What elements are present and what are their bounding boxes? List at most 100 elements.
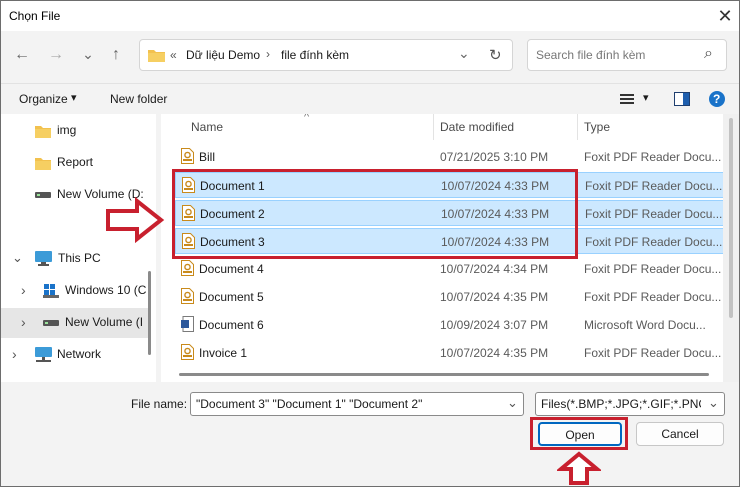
sidebar-item-label: New Volume (I	[65, 315, 144, 329]
command-bar: Organize ▾ New folder ▾ ?	[1, 83, 739, 114]
file-date-modified: 10/07/2024 4:34 PM	[440, 262, 549, 276]
file-name-input[interactable]: "Document 3" "Document 1" "Document 2" ⌄	[190, 392, 524, 416]
file-name-label: File name:	[131, 397, 188, 411]
cancel-button[interactable]: Cancel	[636, 422, 724, 446]
open-highlight-annotation	[530, 417, 628, 450]
sidebar-item-img[interactable]: img	[1, 116, 151, 146]
view-list-icon[interactable]	[620, 94, 634, 105]
sidebar-item-this-pc[interactable]: ⌄ This PC	[1, 244, 151, 274]
file-date-modified: 10/07/2024 4:35 PM	[440, 346, 549, 360]
refresh-icon[interactable]: ↻	[489, 46, 502, 64]
file-row[interactable]: Document 5 10/07/2024 4:35 PM Foxit PDF Re…	[175, 284, 723, 310]
up-arrow-icon[interactable]: ↑	[105, 44, 127, 66]
folder-icon	[35, 158, 51, 170]
sidebar-item-windows-10-c[interactable]: › Windows 10 (C	[1, 276, 151, 306]
search-box[interactable]: Search file đính kèm ⌕	[527, 39, 727, 71]
file-name: Document 5	[199, 290, 264, 304]
file-date-modified: 10/07/2024 4:35 PM	[440, 290, 549, 304]
file-type: Foxit PDF Reader Docu...	[585, 179, 723, 193]
file-row[interactable]: Invoice 1 10/07/2024 4:35 PM Foxit PDF Rea…	[175, 340, 723, 366]
file-date-modified: 10/09/2024 3:07 PM	[440, 318, 549, 332]
address-dropdown-chevron-icon[interactable]: ⌄	[458, 45, 470, 62]
search-icon[interactable]: ⌕	[704, 45, 713, 63]
file-type: Foxit PDF Reader Docu...	[585, 207, 723, 221]
organize-menu[interactable]: Organize	[19, 92, 68, 106]
file-name-value: "Document 3" "Document 1" "Document 2"	[196, 397, 423, 411]
recent-locations-chevron-icon[interactable]: ⌄	[77, 43, 99, 65]
pdf-file-icon	[181, 288, 194, 304]
drive-icon	[35, 192, 51, 198]
column-header-type[interactable]: Type	[584, 114, 610, 140]
navigation-pane-scrollbar[interactable]	[148, 271, 151, 355]
word-document-icon	[181, 316, 194, 332]
new-folder-button[interactable]: New folder	[110, 92, 167, 106]
breadcrumb-separator-icon: ›	[266, 47, 270, 61]
sidebar-item-report[interactable]: Report	[1, 148, 151, 178]
sidebar-item-label: Windows 10 (C	[65, 283, 147, 297]
forward-arrow-icon[interactable]: →	[45, 44, 67, 66]
file-type: Foxit PDF Reader Docu...	[585, 235, 723, 249]
help-glyph: ?	[713, 92, 721, 106]
selection-highlight-annotation	[172, 169, 578, 259]
breadcrumb-overflow-chevrons[interactable]: «	[170, 48, 177, 62]
file-type: Foxit PDF Reader Docu...	[584, 346, 722, 360]
pdf-file-icon	[181, 344, 194, 360]
right-arrow-annotation-icon	[106, 197, 165, 243]
breadcrumb-item-du-lieu-demo[interactable]: Dữ liệu Demo	[186, 48, 260, 62]
file-name: Document 6	[199, 318, 264, 332]
sidebar-item-label: This PC	[58, 251, 101, 265]
file-list-vertical-scrollbar[interactable]	[723, 114, 739, 382]
sidebar-item-new-volume-i[interactable]: › New Volume (I	[1, 308, 151, 338]
breadcrumb-item-file-dinh-kem[interactable]: file đính kèm	[281, 48, 349, 62]
preview-pane-icon[interactable]	[674, 92, 690, 106]
file-row[interactable]: Bill 07/21/2025 3:10 PM Foxit PDF Reader D…	[175, 144, 723, 170]
file-name: Document 4	[199, 262, 264, 276]
pdf-file-icon	[181, 148, 194, 164]
column-header-date-modified[interactable]: Date modified	[440, 114, 514, 140]
file-row[interactable]: Document 4 10/07/2024 4:34 PM Foxit PDF Re…	[175, 256, 723, 282]
sidebar-item-network[interactable]: › Network	[1, 340, 151, 370]
navigation-pane: img Report New Volume (D: ⌄ This PC › Wi…	[1, 114, 156, 382]
network-icon	[35, 347, 52, 362]
sidebar-item-label: Network	[57, 347, 102, 361]
back-arrow-icon[interactable]: ←	[11, 44, 33, 66]
folder-icon	[35, 126, 51, 138]
view-options-caret-icon[interactable]: ▾	[643, 91, 649, 104]
column-divider[interactable]	[433, 114, 434, 140]
organize-caret-icon[interactable]: ▾	[71, 91, 77, 104]
column-divider[interactable]	[577, 114, 578, 140]
sidebar-item-label: Report	[57, 155, 94, 169]
file-date-modified: 07/21/2025 3:10 PM	[440, 150, 549, 164]
file-type: Foxit PDF Reader Docu...	[584, 262, 722, 276]
up-arrow-annotation-icon	[557, 451, 601, 485]
file-type-filter-select[interactable]: Files(*.BMP;*.JPG;*.GIF;*.PNG;*. ⌄	[535, 392, 725, 416]
windows-drive-icon	[43, 284, 59, 298]
title-bar: Chọn File ✕	[1, 1, 739, 31]
address-bar[interactable]: « Dữ liệu Demo › file đính kèm ⌄ ↻	[139, 39, 513, 71]
column-header-name[interactable]: Name	[191, 114, 223, 140]
file-type-filter-value: Files(*.BMP;*.JPG;*.GIF;*.PNG;*.	[541, 397, 701, 411]
file-name: Invoice 1	[199, 346, 248, 360]
drive-icon	[43, 320, 59, 326]
filter-dropdown-chevron-icon[interactable]: ⌄	[708, 395, 719, 411]
pdf-file-icon	[181, 260, 194, 276]
expand-chevron-right-icon[interactable]: ›	[12, 346, 17, 362]
search-input[interactable]: Search file đính kèm	[536, 48, 645, 62]
dialog-title: Chọn File	[9, 9, 61, 23]
sort-ascending-icon: ^	[304, 114, 310, 123]
file-type: Microsoft Word Docu...	[584, 318, 706, 332]
close-icon[interactable]: ✕	[711, 3, 739, 29]
file-type: Foxit PDF Reader Docu...	[584, 150, 722, 164]
folder-icon	[148, 50, 165, 62]
expand-chevron-right-icon[interactable]: ›	[21, 282, 26, 298]
file-list-horizontal-scrollbar[interactable]	[179, 373, 709, 376]
scrollbar-thumb[interactable]	[729, 118, 733, 318]
file-dialog: Chọn File ✕ ← → ⌄ ↑ « Dữ liệu Demo › fil…	[0, 0, 740, 487]
expand-chevron-down-icon[interactable]: ⌄	[12, 250, 23, 266]
computer-icon	[35, 251, 52, 266]
file-name: Bill	[199, 150, 216, 164]
expand-chevron-right-icon[interactable]: ›	[21, 314, 26, 330]
file-type: Foxit PDF Reader Docu...	[584, 290, 722, 304]
file-name-dropdown-chevron-icon[interactable]: ⌄	[507, 395, 518, 411]
file-row[interactable]: Document 6 10/09/2024 3:07 PM Microsoft Wo…	[175, 312, 723, 338]
